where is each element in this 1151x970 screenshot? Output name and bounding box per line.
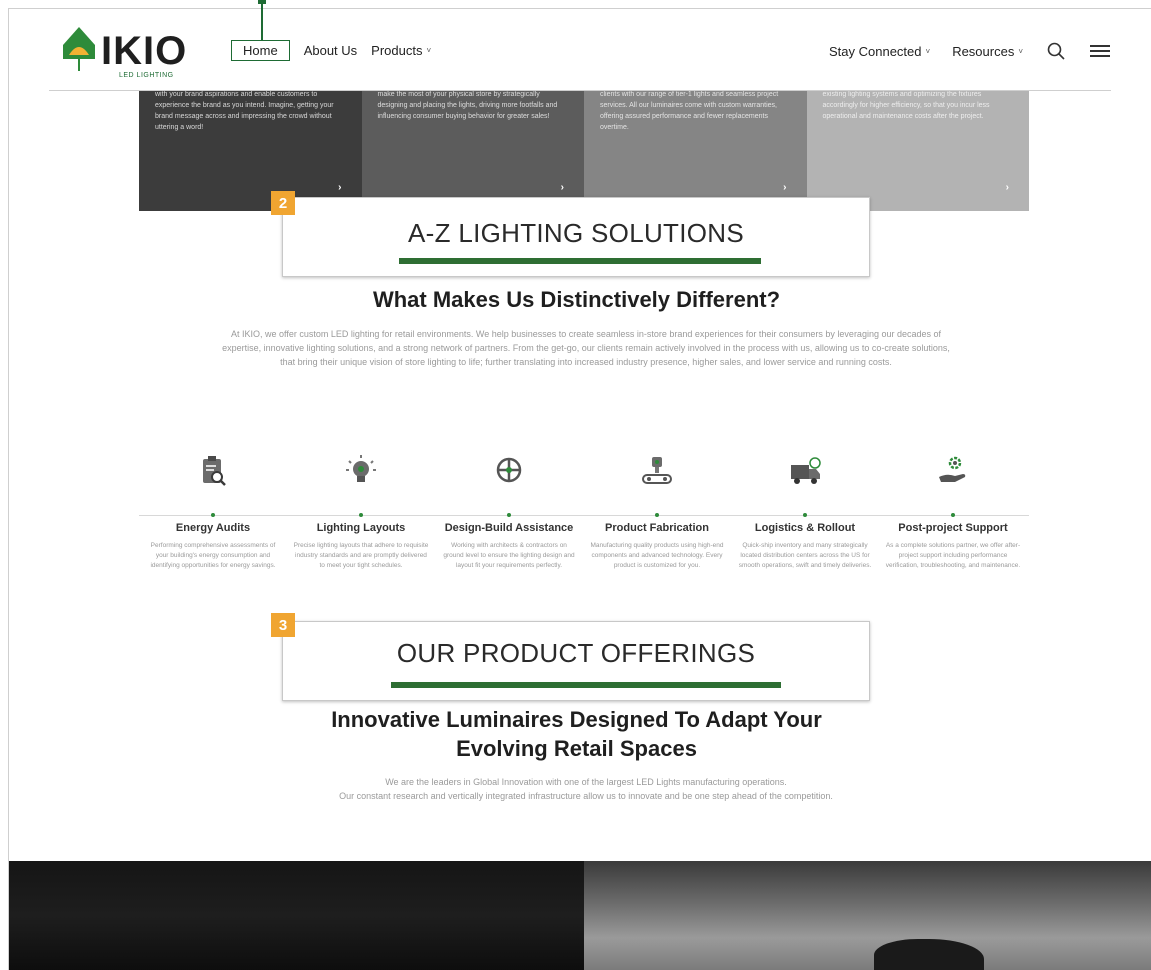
browser-viewport: with your brand aspirations and enable c… xyxy=(8,8,1151,970)
delivery-truck-icon xyxy=(785,451,825,491)
search-icon[interactable] xyxy=(1045,40,1067,62)
service-description: Working with architects & contractors on… xyxy=(443,542,575,569)
feature-card[interactable]: clients with our range of tier-1 lights … xyxy=(584,91,807,211)
menu-icon[interactable] xyxy=(1089,40,1111,62)
service-description: Quick-ship inventory and many strategica… xyxy=(738,542,872,569)
secondary-nav: Stay Connected ˅ Resources ˅ xyxy=(829,40,1111,62)
nav-home[interactable]: Home xyxy=(231,40,290,61)
service-title: Product Fabrication xyxy=(605,522,709,534)
clipboard-search-icon xyxy=(193,451,233,491)
feature-card-text: make the most of your physical store by … xyxy=(377,91,558,120)
section-paragraph: We are the leaders in Global Innovation … xyxy=(385,777,787,787)
logo-subtitle: LED LIGHTING xyxy=(119,72,174,79)
feature-card-text: with your brand aspirations and enable c… xyxy=(155,91,334,131)
section-heading: Evolving Retail Spaces xyxy=(456,736,697,761)
service-item[interactable]: Product Fabrication Manufacturing qualit… xyxy=(583,451,731,571)
nav-stay-connected-label: Stay Connected xyxy=(829,43,922,59)
service-item[interactable]: Logistics & Rollout Quick-ship inventory… xyxy=(731,451,879,571)
product-banner xyxy=(9,861,1151,970)
nav-products[interactable]: Products ˅ xyxy=(371,43,431,58)
product-image-dark xyxy=(9,861,584,970)
service-title: Design-Build Assistance xyxy=(444,522,574,534)
section-number-badge: 2 xyxy=(271,191,295,215)
service-item[interactable]: Energy Audits Performing comprehensive a… xyxy=(139,451,287,571)
nav-resources-label: Resources xyxy=(952,43,1015,59)
conveyor-robot-icon xyxy=(637,451,677,491)
section-label: A-Z LIGHTING SOLUTIONS xyxy=(408,218,744,248)
section-paragraph: At IKIO, we offer custom LED lighting fo… xyxy=(222,329,950,367)
timeline-dot xyxy=(951,513,955,517)
chevron-down-icon: ˅ xyxy=(925,46,931,56)
nav-products-label: Products xyxy=(371,43,423,58)
feature-card-text: existing lighting systems and optimizing… xyxy=(822,91,990,120)
nav-home-label: Home xyxy=(243,43,278,58)
annotation-pointer-line xyxy=(261,0,263,40)
service-item[interactable]: Post-project Support As a complete solut… xyxy=(879,451,1027,571)
feature-card-text: clients with our range of tier-1 lights … xyxy=(600,91,779,131)
hand-gear-icon xyxy=(933,451,973,491)
chevron-right-icon[interactable]: › xyxy=(783,182,786,193)
section-heading: What Makes Us Distinctively Different? xyxy=(372,287,781,312)
leaf-bulb-icon xyxy=(63,27,95,71)
feature-card[interactable]: make the most of your physical store by … xyxy=(361,91,584,211)
service-description: Manufacturing quality products using hig… xyxy=(590,542,724,569)
section-number-badge: 3 xyxy=(271,613,295,637)
lightbulb-icon xyxy=(341,451,381,491)
primary-nav: Home About Us Products ˅ xyxy=(231,40,431,61)
ikio-logo[interactable]: IKIO LED LIGHTING xyxy=(61,25,186,79)
service-description: Performing comprehensive assessments of … xyxy=(150,542,276,569)
feature-card[interactable]: with your brand aspirations and enable c… xyxy=(139,91,362,211)
service-description: Precise lighting layouts that adhere to … xyxy=(293,542,429,569)
chevron-right-icon[interactable]: › xyxy=(338,182,341,193)
section-label: OUR PRODUCT OFFERINGS xyxy=(396,638,756,668)
nav-about-label: About Us xyxy=(303,43,358,58)
section-underline-bar xyxy=(399,258,761,264)
chevron-down-icon: ˅ xyxy=(1018,46,1023,56)
timeline-dot xyxy=(655,513,659,517)
site-header: IKIO LED LIGHTING Home About Us Products… xyxy=(49,21,1111,91)
service-title: Logistics & Rollout xyxy=(754,522,856,534)
feature-card[interactable]: existing lighting systems and optimizing… xyxy=(806,91,1029,211)
chevron-down-icon: ˅ xyxy=(426,46,432,55)
section-label-box: A-Z LIGHTING SOLUTIONS xyxy=(282,197,870,277)
service-title: Post-project Support xyxy=(898,522,1008,534)
nav-resources[interactable]: Resources ˅ xyxy=(952,44,1023,59)
section-heading: Innovative Luminaires Designed To Adapt … xyxy=(331,707,822,732)
nav-about-us[interactable]: About Us xyxy=(304,43,357,58)
section-paragraph: Our constant research and vertically int… xyxy=(339,791,833,801)
section-underline-bar xyxy=(391,682,781,688)
nav-stay-connected[interactable]: Stay Connected ˅ xyxy=(829,44,930,59)
timeline-dot xyxy=(507,513,511,517)
timeline-dot xyxy=(211,513,215,517)
section-label-box: OUR PRODUCT OFFERINGS xyxy=(282,621,870,701)
timeline-dot xyxy=(359,513,363,517)
product-image-grey xyxy=(584,861,1151,970)
timeline-dot xyxy=(803,513,807,517)
service-item[interactable]: Lighting Layouts Precise lighting layout… xyxy=(287,451,435,571)
logo-wordmark: IKIO xyxy=(101,29,188,73)
product-silhouette xyxy=(874,939,984,970)
design-wheel-icon xyxy=(489,451,529,491)
service-title: Lighting Layouts xyxy=(316,522,406,534)
chevron-right-icon[interactable]: › xyxy=(561,182,564,193)
service-item[interactable]: Design-Build Assistance Working with arc… xyxy=(435,451,583,571)
service-title: Energy Audits xyxy=(175,522,251,534)
chevron-right-icon[interactable]: › xyxy=(1006,182,1009,193)
service-description: As a complete solutions partner, we offe… xyxy=(885,542,1021,569)
